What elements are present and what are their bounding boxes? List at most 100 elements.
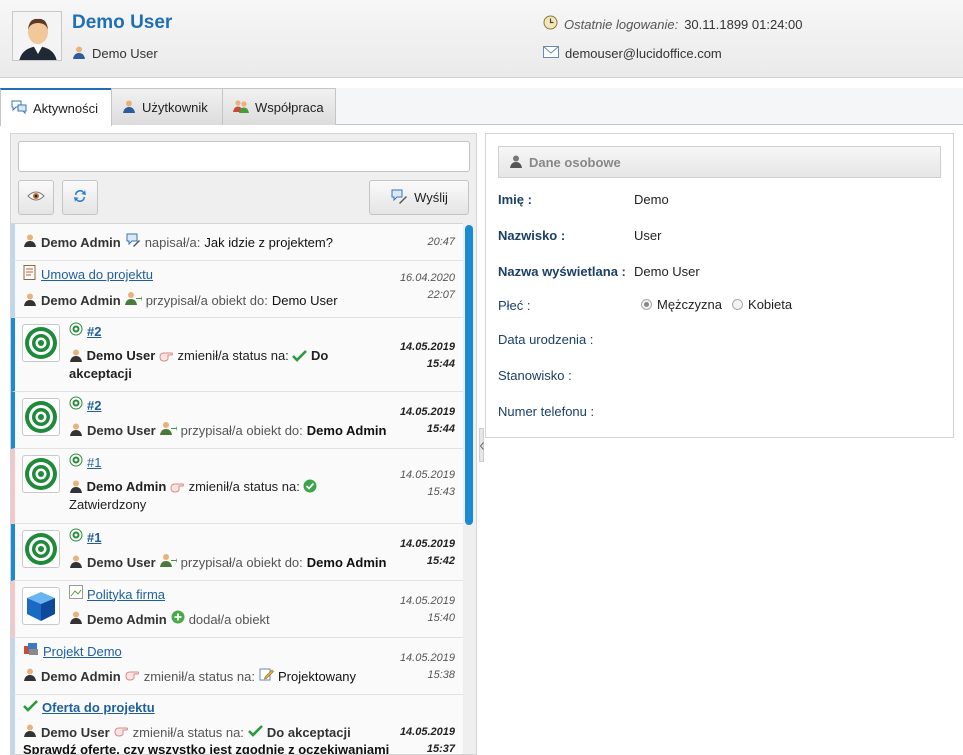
gender-female-label: Kobieta	[748, 297, 793, 312]
avatar	[12, 11, 62, 61]
last-login: Ostatnie logowanie: 30.11.1899 01:24:00	[543, 15, 803, 33]
date: 14.05.2019	[399, 538, 455, 550]
author[interactable]: Demo User	[87, 348, 156, 363]
author[interactable]: Demo User	[87, 422, 156, 440]
gender-male-radio[interactable]: Mężczyzna	[641, 297, 722, 312]
action-text: zmienił/a status na:	[188, 479, 300, 494]
user-icon	[122, 99, 136, 116]
task-link[interactable]: #1	[87, 454, 101, 472]
birth-date-label: Data urodzenia :	[498, 332, 594, 347]
timestamp: 14.05.2019 15:42	[400, 536, 455, 570]
panel-splitter[interactable]	[479, 428, 484, 462]
activity-feed: Demo Admin napisał/a: Jak idzie z projek…	[11, 223, 463, 754]
timestamp: 16.04.2020 22:07	[400, 270, 455, 304]
author[interactable]: Demo User	[87, 554, 156, 572]
users-group-icon	[233, 99, 249, 116]
send-message-icon	[390, 188, 408, 207]
date: 14.05.2019	[399, 652, 455, 664]
display-name-label: Nazwa wyświetlana :	[498, 264, 626, 279]
position-label: Stanowisko :	[498, 368, 572, 383]
pointer-icon	[125, 667, 140, 686]
user-icon	[23, 667, 37, 686]
timestamp: 14.05.2019 15:40	[400, 593, 455, 627]
user-icon	[23, 233, 37, 252]
check-icon	[248, 724, 263, 742]
refresh-icon	[72, 188, 88, 207]
action-text: zmienił/a status na:	[143, 668, 255, 684]
time: 15:42	[426, 555, 455, 567]
gender-label: Płeć :	[498, 298, 531, 313]
status-value: Do akceptacji	[266, 724, 351, 740]
user-subtitle-text: Demo User	[92, 46, 158, 61]
radio-dot	[732, 299, 744, 310]
tab-collaboration-label: Współpraca	[255, 99, 324, 115]
section-header[interactable]: Dane osobowe	[498, 146, 941, 178]
time: 15:44	[426, 358, 455, 370]
add-icon	[171, 610, 185, 629]
activity-panel: Wyślij Demo Admin napisał/a: Jak idzie z…	[10, 133, 477, 755]
list-item: Umowa do projektu Demo Admin przypisał/a…	[11, 261, 463, 318]
tab-collaboration[interactable]: Współpraca	[222, 88, 336, 125]
timestamp: 14.05.2019 15:37	[400, 724, 455, 754]
timestamp: 20:47	[427, 236, 455, 248]
assignee: Demo User	[271, 293, 338, 308]
first-name-label: Imię :	[498, 192, 532, 207]
pointer-icon	[114, 723, 129, 742]
section-title: Dane osobowe	[529, 154, 621, 170]
author[interactable]: Demo Admin	[41, 668, 121, 686]
refresh-button[interactable]	[62, 180, 98, 215]
list-item: Demo Admin napisał/a: Jak idzie z projek…	[11, 224, 463, 261]
phone-label: Numer telefonu :	[498, 404, 595, 419]
user-icon	[69, 479, 83, 494]
offer-link[interactable]: Oferta do projektu	[42, 699, 155, 717]
tab-activities-label: Aktywności	[33, 100, 99, 116]
user-icon	[69, 422, 83, 441]
assign-icon	[124, 291, 142, 311]
timestamp: 14.05.2019 15:44	[400, 339, 455, 373]
target-icon	[22, 398, 60, 436]
author[interactable]: Demo Admin	[87, 611, 167, 629]
task-link[interactable]: #2	[87, 323, 101, 341]
broken-image-icon	[69, 585, 83, 604]
tab-activities[interactable]: Aktywności	[0, 88, 112, 126]
author[interactable]: Demo Admin	[41, 234, 121, 252]
feed-scrollbar[interactable]	[465, 223, 473, 754]
email-value: demouser@lucidoffice.com	[565, 46, 722, 61]
scrollbar-thumb[interactable]	[465, 225, 473, 525]
last-name-value: User	[634, 228, 662, 243]
envelope-icon	[543, 46, 559, 61]
user-name: Demo User	[72, 12, 173, 33]
last-login-value: 30.11.1899 01:24:00	[684, 16, 803, 32]
view-button[interactable]	[18, 180, 54, 215]
user-icon	[69, 610, 83, 629]
send-button[interactable]: Wyślij	[369, 180, 469, 215]
chevron-left-icon	[479, 438, 484, 453]
list-item: #2 Demo User zmienił/a status na: Do akc…	[11, 318, 463, 392]
pointer-icon	[159, 348, 174, 363]
document-icon	[23, 265, 37, 285]
user-icon	[72, 45, 86, 62]
document-link[interactable]: Polityka firma	[87, 586, 165, 604]
author[interactable]: Demo User	[41, 724, 110, 742]
action-text: zmienił/a status na:	[132, 724, 244, 740]
author[interactable]: Demo Admin	[87, 479, 167, 494]
target-icon	[22, 530, 60, 568]
user-icon	[23, 723, 37, 742]
gender-female-radio[interactable]: Kobieta	[732, 297, 792, 312]
time: 15:44	[426, 423, 455, 435]
tab-bar: Aktywności Użytkownik Współpraca	[0, 88, 963, 126]
project-link[interactable]: Projekt Demo	[43, 643, 122, 661]
personal-data-panel: Dane osobowe Imię : Demo Nazwisko : User…	[485, 133, 954, 438]
task-link[interactable]: #1	[87, 529, 101, 547]
author[interactable]: Demo Admin	[41, 292, 121, 310]
status-value: Projektowany	[277, 668, 357, 684]
date: 14.05.2019	[399, 469, 455, 481]
time: 15:40	[427, 612, 455, 624]
task-icon	[69, 396, 83, 415]
tab-user[interactable]: Użytkownik	[111, 88, 223, 125]
assign-icon	[159, 421, 177, 441]
task-link[interactable]: #2	[87, 397, 101, 415]
object-link[interactable]: Umowa do projektu	[41, 266, 153, 284]
message-input[interactable]	[18, 141, 470, 172]
user-icon	[69, 554, 83, 573]
